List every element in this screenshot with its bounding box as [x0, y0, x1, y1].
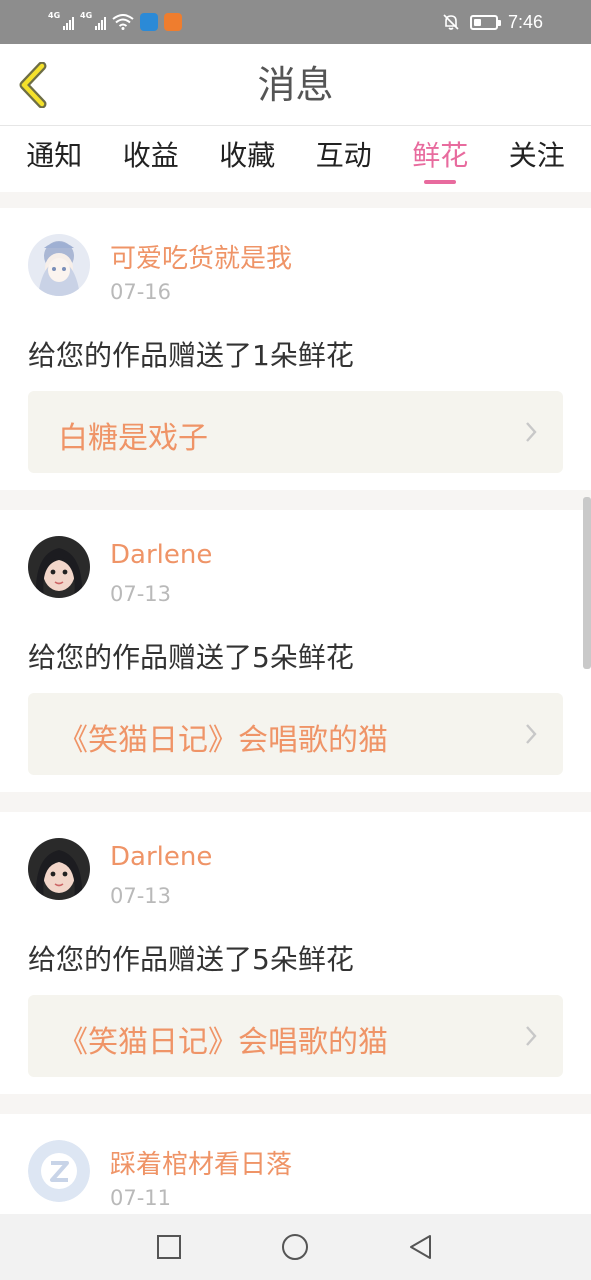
gift-message: 给您的作品赠送了5朵鲜花 — [28, 943, 354, 976]
timestamp: 07-11 — [110, 1186, 172, 1210]
gift-message: 给您的作品赠送了5朵鲜花 — [28, 641, 354, 674]
app-icon — [140, 13, 158, 31]
work-title: 《笑猫日记》会唱歌的猫 — [58, 723, 388, 758]
tab-label: 收益 — [122, 139, 179, 172]
username[interactable]: Darlene — [110, 842, 212, 872]
work-link[interactable]: 白糖是戏子 — [28, 391, 563, 473]
clock: 7:46 — [507, 11, 543, 32]
work-link[interactable]: 《笑猫日记》会唱歌的猫 — [28, 995, 563, 1077]
avatar[interactable] — [28, 536, 90, 598]
home-circle-icon[interactable] — [280, 1232, 310, 1262]
list-item: Darlene 07-13 给您的作品赠送了5朵鲜花 《笑猫日记》会唱歌的猫 — [0, 812, 591, 1094]
tab-notifications[interactable]: 通知 — [26, 126, 82, 192]
tab-label: 关注 — [508, 139, 565, 172]
app-icon — [164, 13, 182, 31]
tab-bar: 通知 收益 收藏 互动 鲜花 关注 — [0, 126, 591, 192]
tab-earnings[interactable]: 收益 — [123, 126, 179, 192]
back-triangle-icon[interactable] — [406, 1232, 436, 1262]
avatar[interactable] — [28, 234, 90, 296]
network-type-label: 4G — [48, 11, 61, 20]
tab-label: 通知 — [26, 139, 83, 172]
page-title: 消息 — [257, 63, 334, 107]
username[interactable]: Darlene — [110, 540, 212, 570]
username[interactable]: 可爱吃货就是我 — [110, 238, 292, 275]
system-nav-bar — [0, 1214, 591, 1280]
status-left: 4G 4G — [48, 10, 182, 34]
recents-square-icon[interactable] — [154, 1232, 184, 1262]
mute-bell-icon — [443, 14, 459, 30]
chevron-right-icon — [526, 422, 537, 442]
avatar-image — [28, 234, 90, 296]
scrollbar[interactable] — [583, 497, 591, 669]
signal-icon: 4G — [80, 12, 106, 32]
active-tab-indicator — [424, 180, 457, 184]
avatar[interactable] — [28, 838, 90, 900]
list-item: 可爱吃货就是我 07-16 给您的作品赠送了1朵鲜花 白糖是戏子 — [0, 208, 591, 490]
flower-feed[interactable]: 可爱吃货就是我 07-16 给您的作品赠送了1朵鲜花 白糖是戏子 Darlene… — [0, 192, 591, 1214]
work-title: 《笑猫日记》会唱歌的猫 — [58, 1025, 388, 1060]
status-right: 7:46 — [442, 10, 543, 34]
tab-label: 鲜花 — [412, 139, 469, 172]
tab-flowers[interactable]: 鲜花 — [412, 126, 468, 192]
default-avatar-icon — [28, 1140, 90, 1202]
timestamp: 07-13 — [110, 884, 172, 908]
timestamp: 07-16 — [110, 280, 172, 304]
tab-label: 互动 — [315, 139, 372, 172]
avatar-image — [28, 838, 90, 900]
work-title: 白糖是戏子 — [58, 421, 208, 456]
work-link[interactable]: 《笑猫日记》会唱歌的猫 — [28, 693, 563, 775]
tab-label: 收藏 — [219, 139, 276, 172]
chevron-right-icon — [526, 724, 537, 744]
tab-favorites[interactable]: 收藏 — [219, 126, 275, 192]
avatar-image — [28, 536, 90, 598]
wifi-icon — [112, 14, 134, 30]
tab-following[interactable]: 关注 — [509, 126, 565, 192]
signal-icon: 4G — [48, 12, 74, 32]
battery-level — [473, 18, 481, 26]
username[interactable]: 踩着棺材看日落 — [110, 1144, 292, 1181]
timestamp: 07-13 — [110, 582, 172, 606]
avatar[interactable] — [28, 1140, 90, 1202]
network-type-label: 4G — [80, 11, 93, 20]
chevron-right-icon — [526, 1026, 537, 1046]
battery-icon — [469, 14, 501, 30]
tab-interactions[interactable]: 互动 — [316, 126, 372, 192]
list-item: Darlene 07-13 给您的作品赠送了5朵鲜花 《笑猫日记》会唱歌的猫 — [0, 510, 591, 792]
gift-message: 给您的作品赠送了1朵鲜花 — [28, 339, 354, 372]
list-item: 踩着棺材看日落 07-11 — [0, 1114, 591, 1214]
status-bar: 4G 4G 7:46 — [0, 0, 591, 44]
app-header: 消息 — [0, 44, 591, 126]
